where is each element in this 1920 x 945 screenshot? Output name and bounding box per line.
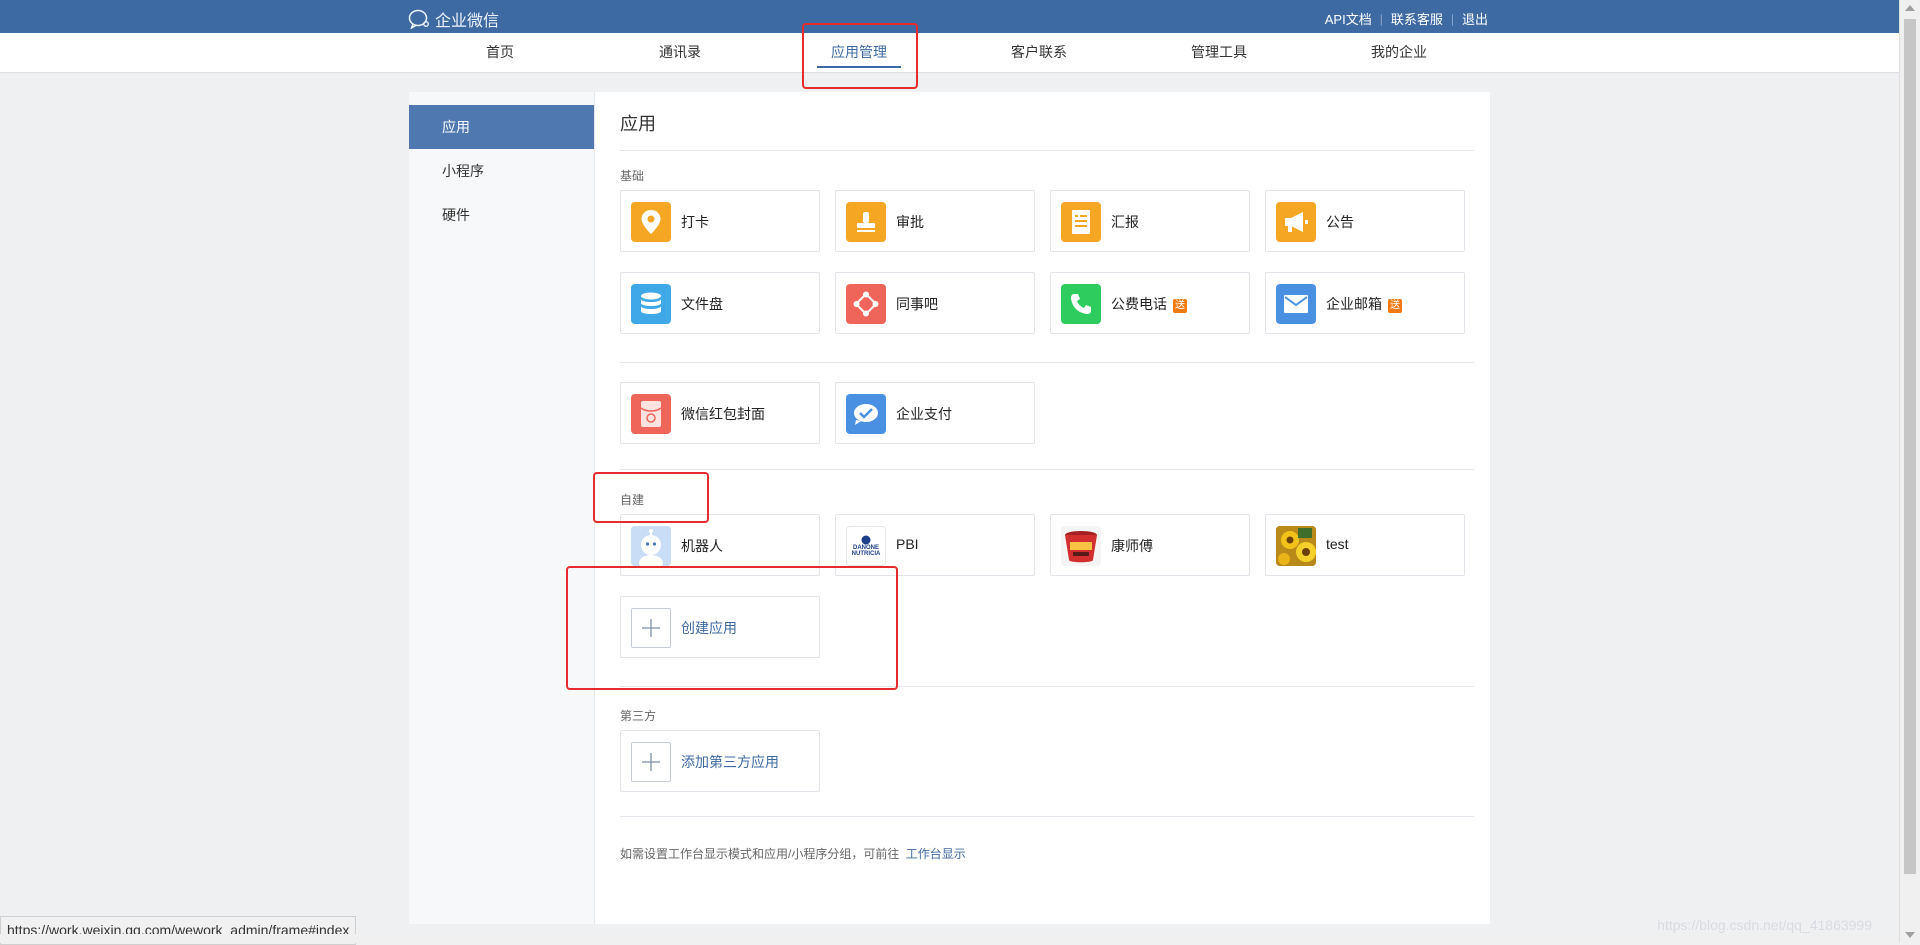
workbench-note-text: 如需设置工作台显示模式和应用/小程序分组，可前往 <box>620 847 900 861</box>
app-label: 打卡 <box>681 214 709 230</box>
app-label: 同事吧 <box>896 296 938 312</box>
app-tile-robot[interactable]: 机器人 <box>620 514 820 576</box>
danone-logo-icon: DANONE NUTRICIA <box>846 526 886 566</box>
app-tile-enterprise-mail[interactable]: 企业邮箱送 <box>1265 272 1465 334</box>
nav-customer-contact[interactable]: 客户联系 <box>1011 33 1067 72</box>
red-packet-icon <box>631 394 671 434</box>
sidebar: 应用 小程序 硬件 <box>409 92 595 924</box>
vertical-scrollbar[interactable] <box>1899 0 1920 943</box>
app-tile-red-packet-cover[interactable]: 微信红包封面 <box>620 382 820 444</box>
app-tile-pbi[interactable]: DANONE NUTRICIA PBI <box>835 514 1035 576</box>
main-content: 应用 基础 打卡 审批 汇报 公告 文件盘 同事吧 公费电话 送 企业邮箱 送 … <box>594 92 1490 924</box>
section-label-basic: 基础 <box>620 169 645 183</box>
logo-text: 企业微信 <box>435 13 500 30</box>
sidebar-item-hardware[interactable]: 硬件 <box>409 193 594 237</box>
scroll-down-arrow-icon[interactable] <box>1905 932 1915 938</box>
app-label: 公告 <box>1326 214 1354 230</box>
danone-logo-text: DANONE NUTRICIA <box>851 545 881 557</box>
horizontal-scrollbar[interactable] <box>0 934 1900 943</box>
app-label-text: 企业邮箱 <box>1326 296 1382 312</box>
flower-photo-icon <box>1276 526 1316 566</box>
app-tile-report[interactable]: 汇报 <box>1050 190 1250 252</box>
nav-management-tools[interactable]: 管理工具 <box>1191 33 1247 72</box>
app-tile-kangshifu[interactable]: 康师傅 <box>1050 514 1250 576</box>
report-icon <box>1061 202 1101 242</box>
app-label-text: 公费电话 <box>1111 296 1167 312</box>
create-app-button[interactable]: 创建应用 <box>620 596 820 658</box>
app-label: 微信红包封面 <box>681 406 765 422</box>
main-nav: 首页 通讯录 应用管理 客户联系 管理工具 我的企业 <box>0 33 1920 73</box>
divider <box>620 816 1474 817</box>
app-tile-approval[interactable]: 审批 <box>835 190 1035 252</box>
database-icon <box>631 284 671 324</box>
workbench-display-link[interactable]: 工作台显示 <box>906 847 966 861</box>
add-third-party-app-button[interactable]: 添加第三方应用 <box>620 730 820 792</box>
app-label: 公费电话送 <box>1111 294 1187 314</box>
gift-badge: 送 <box>1173 299 1187 313</box>
network-icon <box>846 284 886 324</box>
divider <box>620 469 1474 470</box>
megaphone-icon <box>1276 202 1316 242</box>
divider <box>620 362 1474 363</box>
app-label: PBI <box>896 536 919 552</box>
nav-app-management[interactable]: 应用管理 <box>817 33 901 72</box>
sidebar-item-apps[interactable]: 应用 <box>409 105 594 149</box>
contact-support-link[interactable]: 联系客服 <box>1391 9 1443 28</box>
app-label: 汇报 <box>1111 214 1139 230</box>
divider <box>620 150 1474 151</box>
wework-logo[interactable]: 企业微信 <box>408 7 499 31</box>
sidebar-item-mini-programs[interactable]: 小程序 <box>409 149 594 193</box>
stamp-icon <box>846 202 886 242</box>
link-separator: | <box>1450 11 1454 26</box>
app-tile-test[interactable]: test <box>1265 514 1465 576</box>
phone-icon <box>1061 284 1101 324</box>
scroll-up-arrow-icon[interactable] <box>1905 5 1915 11</box>
mail-icon <box>1276 284 1316 324</box>
content-card: 应用 小程序 硬件 应用 基础 打卡 审批 汇报 公告 文件盘 同事吧 公费电话… <box>409 92 1490 924</box>
app-label: 康师傅 <box>1111 538 1153 554</box>
page-title: 应用 <box>620 114 656 134</box>
payment-icon <box>846 394 886 434</box>
plus-icon <box>631 742 671 782</box>
app-tile-announcement[interactable]: 公告 <box>1265 190 1465 252</box>
app-label: 企业支付 <box>896 406 952 422</box>
top-bar: 企业微信 API文档 | 联系客服 | 退出 <box>0 0 1920 33</box>
gift-badge: 送 <box>1388 299 1402 313</box>
app-label: 文件盘 <box>681 296 723 312</box>
app-label: 审批 <box>896 214 924 230</box>
scrollbar-thumb[interactable] <box>1904 19 1916 874</box>
app-tile-public-phone[interactable]: 公费电话送 <box>1050 272 1250 334</box>
link-separator: | <box>1379 11 1383 26</box>
divider <box>620 686 1474 687</box>
robot-icon <box>631 526 671 566</box>
nav-contacts[interactable]: 通讯录 <box>659 33 701 72</box>
app-label: test <box>1326 536 1349 552</box>
nav-my-enterprise[interactable]: 我的企业 <box>1371 33 1427 72</box>
app-tile-clock-in[interactable]: 打卡 <box>620 190 820 252</box>
workbench-display-note: 如需设置工作台显示模式和应用/小程序分组，可前往 工作台显示 <box>620 845 966 862</box>
app-label: 机器人 <box>681 538 723 554</box>
api-docs-link[interactable]: API文档 <box>1325 9 1372 28</box>
logout-link[interactable]: 退出 <box>1462 9 1488 28</box>
section-label-third-party: 第三方 <box>620 709 657 723</box>
app-tile-file-disk[interactable]: 文件盘 <box>620 272 820 334</box>
location-pin-icon <box>631 202 671 242</box>
add-third-party-app-label: 添加第三方应用 <box>681 754 779 770</box>
nav-home[interactable]: 首页 <box>486 33 514 72</box>
section-label-custom: 自建 <box>620 493 645 507</box>
app-label: 企业邮箱送 <box>1326 294 1402 314</box>
create-app-label: 创建应用 <box>681 620 737 636</box>
danone-emblem-icon <box>861 535 871 545</box>
top-links: API文档 | 联系客服 | 退出 <box>1325 9 1488 28</box>
wework-logo-icon <box>408 9 429 29</box>
noodle-bowl-icon <box>1061 526 1101 566</box>
app-tile-enterprise-payment[interactable]: 企业支付 <box>835 382 1035 444</box>
blog-watermark: https://blog.csdn.net/qq_41863999 <box>1657 917 1872 933</box>
plus-icon <box>631 608 671 648</box>
app-tile-colleague-bar[interactable]: 同事吧 <box>835 272 1035 334</box>
